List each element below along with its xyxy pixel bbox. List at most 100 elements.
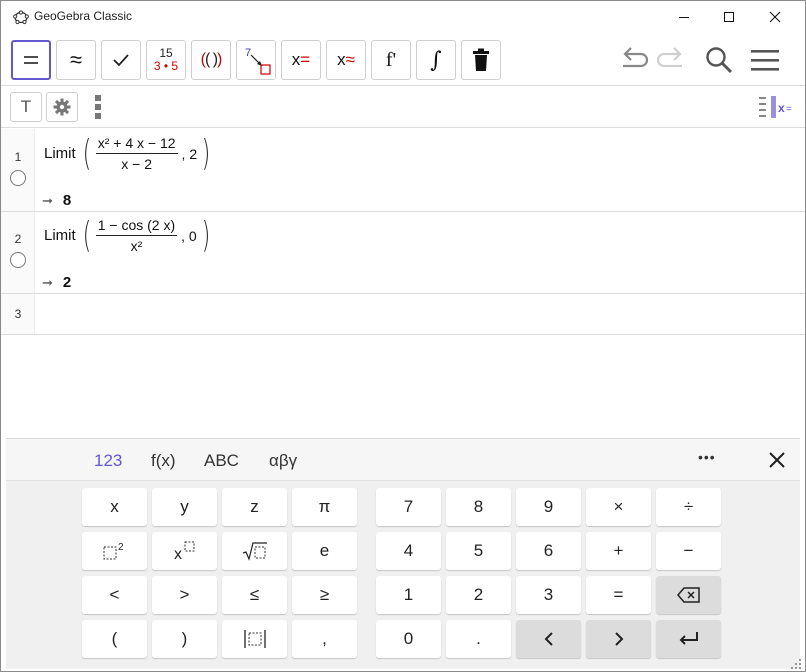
function-name: Limit: [44, 227, 76, 244]
absolute-value-icon: [243, 630, 266, 648]
cas-row-1[interactable]: 1 Limit ( x² + 4 x − 12 x − 2 , 2 ) ➞ 8: [1, 129, 805, 212]
main-menu-button[interactable]: [747, 42, 783, 78]
visibility-toggle[interactable]: [10, 252, 26, 268]
virtual-keyboard: 123 f(x) ABC αβγ ••• x y z π 2 x e < > ≤…: [6, 438, 800, 669]
search-button[interactable]: [701, 42, 737, 78]
key-8[interactable]: 8: [446, 488, 511, 526]
close-icon: [769, 452, 785, 468]
close-icon: [769, 11, 781, 22]
tab-123[interactable]: 123: [94, 451, 122, 471]
settings-button[interactable]: [46, 92, 78, 122]
key-e[interactable]: e: [292, 532, 357, 570]
derivative-icon: f': [385, 48, 397, 71]
factor-tool-button[interactable]: 15 3 • 5: [146, 40, 186, 80]
key-pi[interactable]: π: [292, 488, 357, 526]
result-value: 2: [62, 274, 72, 291]
row-number: 2: [14, 232, 22, 246]
key-open-paren[interactable]: (: [82, 620, 147, 658]
row-number: 3: [14, 307, 22, 321]
key-enter[interactable]: [656, 620, 721, 658]
key-greater-than[interactable]: >: [152, 576, 217, 614]
tab-greek[interactable]: αβγ: [269, 451, 297, 471]
integral-tool-button[interactable]: ∫: [416, 40, 456, 80]
key-greater-equal[interactable]: ≥: [292, 576, 357, 614]
result-arrow-icon: ➞: [42, 274, 53, 290]
result-arrow-icon: ➞: [42, 192, 53, 208]
solve-numerically-tool-button[interactable]: x≈: [326, 40, 366, 80]
solve-numerically-icon: x≈: [337, 50, 355, 69]
maximize-button[interactable]: [706, 1, 752, 32]
undo-button[interactable]: [615, 42, 651, 78]
numeric-tool-button[interactable]: ≈: [56, 40, 96, 80]
close-keyboard-button[interactable]: [768, 451, 786, 469]
row-input-formula[interactable]: Limit ( x² + 4 x − 12 x − 2 , 2 ): [44, 135, 213, 172]
title-bar: GeoGebra Classic: [1, 1, 805, 32]
limit-point: , 2: [181, 145, 198, 162]
drag-handle[interactable]: [95, 95, 101, 119]
solve-tool-button[interactable]: x=: [281, 40, 321, 80]
key-backspace[interactable]: [656, 576, 721, 614]
key-7[interactable]: 7: [376, 488, 441, 526]
evaluate-tool-button[interactable]: [11, 40, 51, 80]
key-minus[interactable]: −: [656, 532, 721, 570]
expand-tool-button[interactable]: (( )): [191, 40, 231, 80]
square-root-icon: [242, 542, 267, 561]
delete-tool-button[interactable]: [461, 40, 501, 80]
key-plus[interactable]: +: [586, 532, 651, 570]
more-button[interactable]: •••: [698, 449, 716, 465]
close-window-button[interactable]: [752, 1, 798, 32]
redo-icon: [656, 47, 682, 68]
minimize-icon: [679, 16, 689, 18]
key-divide[interactable]: ÷: [656, 488, 721, 526]
function-name: Limit: [44, 145, 76, 162]
key-x[interactable]: x: [82, 488, 147, 526]
tab-abc[interactable]: ABC: [204, 451, 239, 471]
text-style-label: T: [20, 97, 32, 116]
key-z[interactable]: z: [222, 488, 287, 526]
key-6[interactable]: 6: [516, 532, 581, 570]
keep-input-tool-button[interactable]: [101, 40, 141, 80]
geogebra-window: GeoGebra Classic ≈ 15 3 • 5 (( )) 7 x= x…: [0, 0, 806, 672]
key-abs[interactable]: [222, 620, 287, 658]
substitute-tool-button[interactable]: 7: [236, 40, 276, 80]
solve-icon: x=: [291, 50, 311, 69]
redo-button[interactable]: [654, 42, 690, 78]
key-power[interactable]: x: [152, 532, 217, 570]
algebra-input-toggle-button[interactable]: x =: [759, 96, 795, 118]
key-sqrt[interactable]: [222, 532, 287, 570]
key-9[interactable]: 9: [516, 488, 581, 526]
key-left-arrow[interactable]: [516, 620, 581, 658]
key-2[interactable]: 2: [446, 576, 511, 614]
denominator: x − 2: [121, 156, 152, 172]
key-comma[interactable]: ,: [292, 620, 357, 658]
backspace-icon: [676, 587, 700, 603]
key-right-arrow[interactable]: [586, 620, 651, 658]
key-y[interactable]: y: [152, 488, 217, 526]
cas-row-3-input[interactable]: 3: [1, 294, 805, 335]
row-number: 1: [14, 150, 22, 164]
key-multiply[interactable]: ×: [586, 488, 651, 526]
key-close-paren[interactable]: ): [152, 620, 217, 658]
key-less-than[interactable]: <: [82, 576, 147, 614]
key-equals[interactable]: =: [586, 576, 651, 614]
visibility-toggle[interactable]: [10, 170, 26, 186]
key-5[interactable]: 5: [446, 532, 511, 570]
svg-text:7: 7: [245, 47, 251, 59]
key-0[interactable]: 0: [376, 620, 441, 658]
key-square[interactable]: 2: [82, 532, 147, 570]
text-style-button[interactable]: T: [10, 92, 42, 122]
left-paren: (: [82, 214, 91, 256]
key-1[interactable]: 1: [376, 576, 441, 614]
cas-row-2[interactable]: 2 Limit ( 1 − cos (2 x) x² , 0 ) ➞ 2: [1, 212, 805, 294]
derivative-tool-button[interactable]: f': [371, 40, 411, 80]
resize-grip-icon[interactable]: [789, 657, 803, 671]
key-4[interactable]: 4: [376, 532, 441, 570]
tab-functions[interactable]: f(x): [151, 451, 176, 471]
chevron-right-icon: [614, 632, 623, 646]
expand-icon: (( )): [200, 51, 223, 68]
key-decimal[interactable]: .: [446, 620, 511, 658]
row-input-formula[interactable]: Limit ( 1 − cos (2 x) x² , 0 ): [44, 217, 213, 254]
key-less-equal[interactable]: ≤: [222, 576, 287, 614]
minimize-button[interactable]: [661, 1, 707, 32]
key-3[interactable]: 3: [516, 576, 581, 614]
